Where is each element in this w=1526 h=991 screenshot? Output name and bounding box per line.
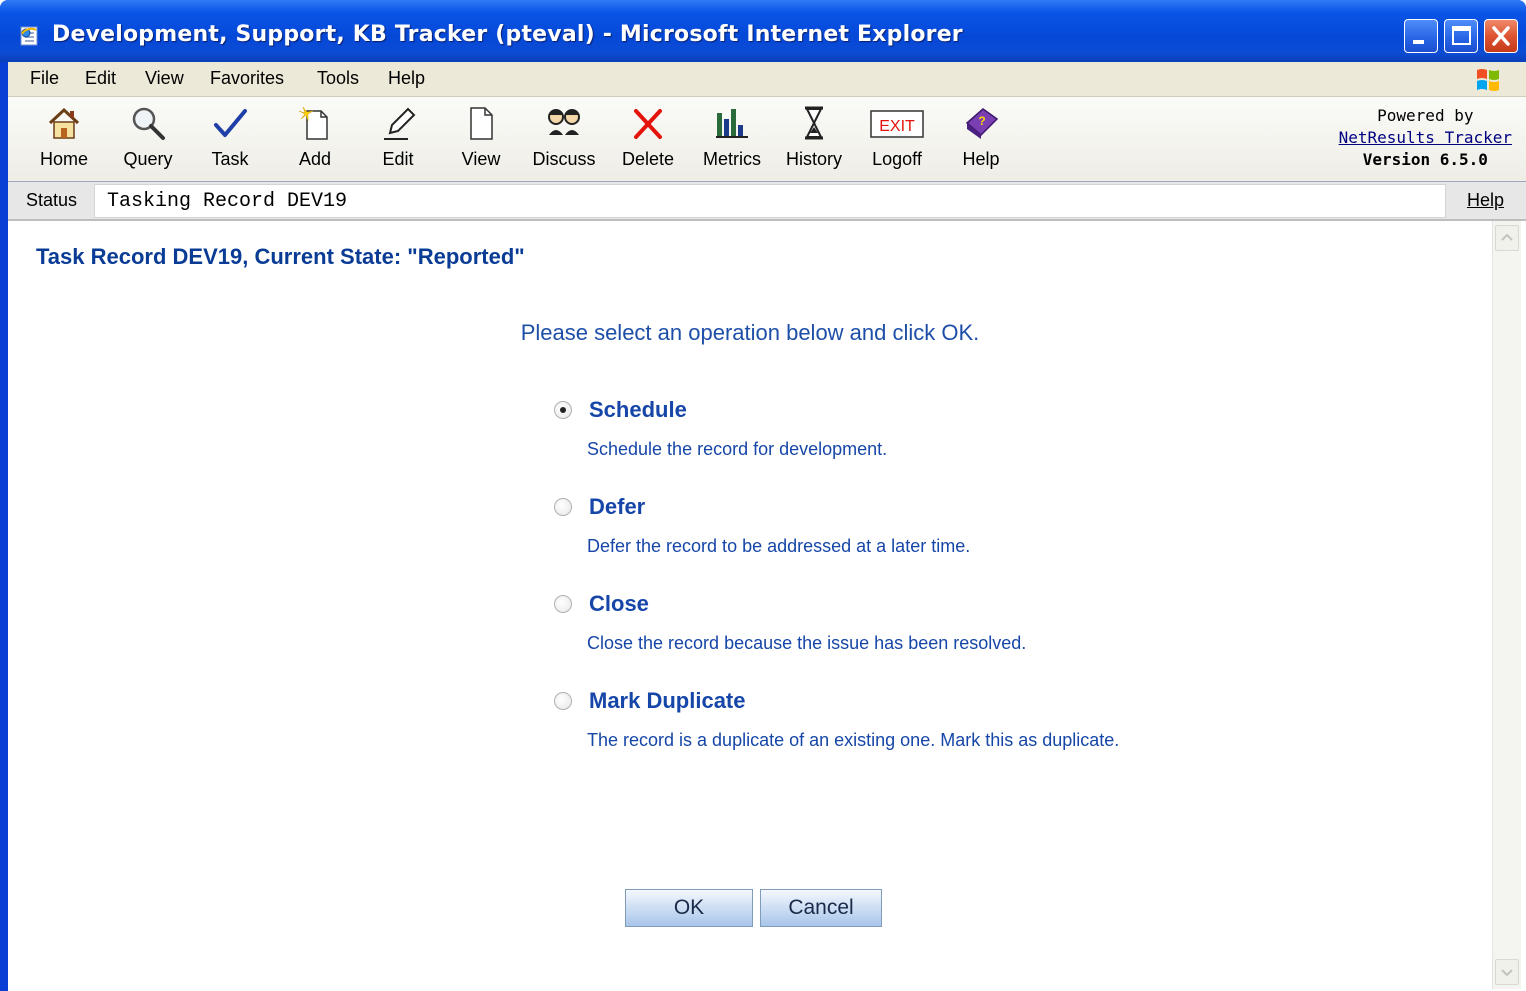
minimize-icon	[1413, 40, 1424, 44]
view-label: View	[461, 149, 501, 169]
exit-sign-icon: EXIT	[870, 110, 924, 138]
page-title: Task Record DEV19, Current State: "Repor…	[36, 244, 525, 269]
discuss-button[interactable]: Discuss	[526, 103, 602, 173]
document-icon	[470, 107, 493, 140]
ok-button[interactable]: OK	[625, 889, 753, 927]
task-label: Task	[211, 149, 249, 169]
bar-chart-icon	[716, 109, 748, 138]
version-text: Version 6.5.0	[1362, 150, 1488, 169]
history-button[interactable]: History	[776, 103, 852, 173]
windows-logo-icon	[1477, 69, 1499, 91]
home-icon	[48, 107, 80, 139]
help-book-icon: ?	[965, 108, 999, 139]
schedule-label[interactable]: Schedule	[589, 397, 687, 423]
delete-button[interactable]: Delete	[610, 103, 686, 173]
window-title: Development, Support, KB Tracker (pteval…	[52, 22, 963, 47]
page-content: Task Record DEV19, Current State: "Repor…	[8, 221, 1492, 991]
people-icon	[548, 109, 580, 135]
option-schedule[interactable]: Schedule Schedule the record for develop…	[554, 397, 1254, 487]
add-label: Add	[298, 149, 332, 169]
maximize-icon	[1452, 26, 1471, 45]
svg-text:?: ?	[978, 114, 985, 128]
menu-bar: File Edit View Favorites Tools Help	[8, 62, 1526, 97]
status-label: Status	[26, 190, 78, 210]
mark-duplicate-label[interactable]: Mark Duplicate	[589, 688, 746, 714]
home-label: Home	[39, 149, 88, 169]
product-link[interactable]: NetResults Tracker	[1339, 127, 1512, 149]
add-button[interactable]: Add	[277, 103, 353, 173]
powered-by-block: Powered by NetResults Tracker Version 6.…	[1339, 105, 1512, 171]
menu-tools[interactable]: Tools	[317, 68, 359, 89]
close-label[interactable]: Close	[589, 591, 649, 617]
status-help-link[interactable]: Help	[1467, 190, 1504, 211]
maximize-button[interactable]	[1444, 19, 1478, 53]
edit-button[interactable]: Edit	[360, 103, 436, 173]
cancel-button[interactable]: Cancel	[760, 889, 882, 927]
status-bar: Status Tasking Record DEV19 Help	[8, 182, 1526, 221]
new-document-icon	[298, 106, 328, 140]
help-toolbar-label: Help	[962, 149, 1000, 169]
option-defer[interactable]: Defer Defer the record to be addressed a…	[554, 494, 1254, 584]
schedule-description: Schedule the record for development.	[587, 439, 888, 459]
title-bar[interactable]: Development, Support, KB Tracker (pteval…	[0, 0, 1526, 62]
option-mark-duplicate[interactable]: Mark Duplicate The record is a duplicate…	[554, 688, 1254, 778]
close-icon	[1492, 26, 1510, 46]
discuss-label: Discuss	[532, 149, 596, 169]
mark-duplicate-description: The record is a duplicate of an existing…	[587, 730, 1120, 750]
close-description: Close the record because the issue has b…	[587, 633, 1027, 653]
query-button[interactable]: Query	[110, 103, 186, 173]
menu-help[interactable]: Help	[388, 68, 425, 89]
delete-label: Delete	[621, 149, 675, 169]
red-x-icon	[634, 109, 662, 139]
defer-radio[interactable]	[554, 498, 572, 516]
defer-description: Defer the record to be addressed at a la…	[587, 536, 971, 556]
menu-view[interactable]: View	[145, 68, 184, 89]
magnifier-icon	[132, 107, 165, 140]
instruction-text: Please select an operation below and cli…	[520, 320, 980, 345]
menu-file[interactable]: File	[30, 68, 59, 89]
scroll-down-arrow-icon	[1501, 969, 1513, 977]
edit-label: Edit	[382, 149, 414, 169]
hourglass-icon	[805, 106, 823, 140]
checkmark-icon	[214, 109, 247, 137]
browser-window: Development, Support, KB Tracker (pteval…	[0, 0, 1526, 991]
exit-sign-text: EXIT	[879, 118, 915, 135]
logoff-button[interactable]: EXIT Logoff	[859, 103, 935, 173]
pencil-icon	[384, 107, 416, 140]
menu-edit[interactable]: Edit	[85, 68, 116, 89]
task-button[interactable]: Task	[192, 103, 268, 173]
metrics-button[interactable]: Metrics	[694, 103, 770, 173]
query-label: Query	[123, 149, 173, 169]
minimize-button[interactable]	[1404, 19, 1438, 53]
internet-explorer-icon	[20, 26, 38, 46]
metrics-label: Metrics	[703, 149, 761, 169]
history-label: History	[785, 149, 842, 169]
scroll-down-button[interactable]	[1495, 959, 1519, 985]
home-button[interactable]: Home	[26, 103, 102, 173]
vertical-scrollbar[interactable]	[1492, 221, 1521, 989]
status-display: Tasking Record DEV19	[94, 184, 1446, 218]
view-button[interactable]: View	[443, 103, 519, 173]
scroll-up-arrow-icon	[1501, 233, 1513, 241]
option-close[interactable]: Close Close the record because the issue…	[554, 591, 1254, 681]
schedule-radio[interactable]	[554, 401, 572, 419]
help-toolbar-button[interactable]: ? Help	[943, 103, 1019, 173]
mark-duplicate-radio[interactable]	[554, 692, 572, 710]
close-radio[interactable]	[554, 595, 572, 613]
app-toolbar: Home Query Task Add Edit View Discuss De…	[8, 97, 1526, 182]
status-text: Tasking Record DEV19	[107, 190, 348, 213]
scroll-up-button[interactable]	[1495, 225, 1519, 251]
powered-by-text: Powered by	[1377, 106, 1474, 125]
menu-favorites[interactable]: Favorites	[210, 68, 284, 89]
logoff-label: Logoff	[872, 149, 922, 169]
defer-label[interactable]: Defer	[589, 494, 645, 520]
browser-client-area: File Edit View Favorites Tools Help Home…	[8, 62, 1526, 991]
close-button[interactable]	[1484, 19, 1518, 53]
